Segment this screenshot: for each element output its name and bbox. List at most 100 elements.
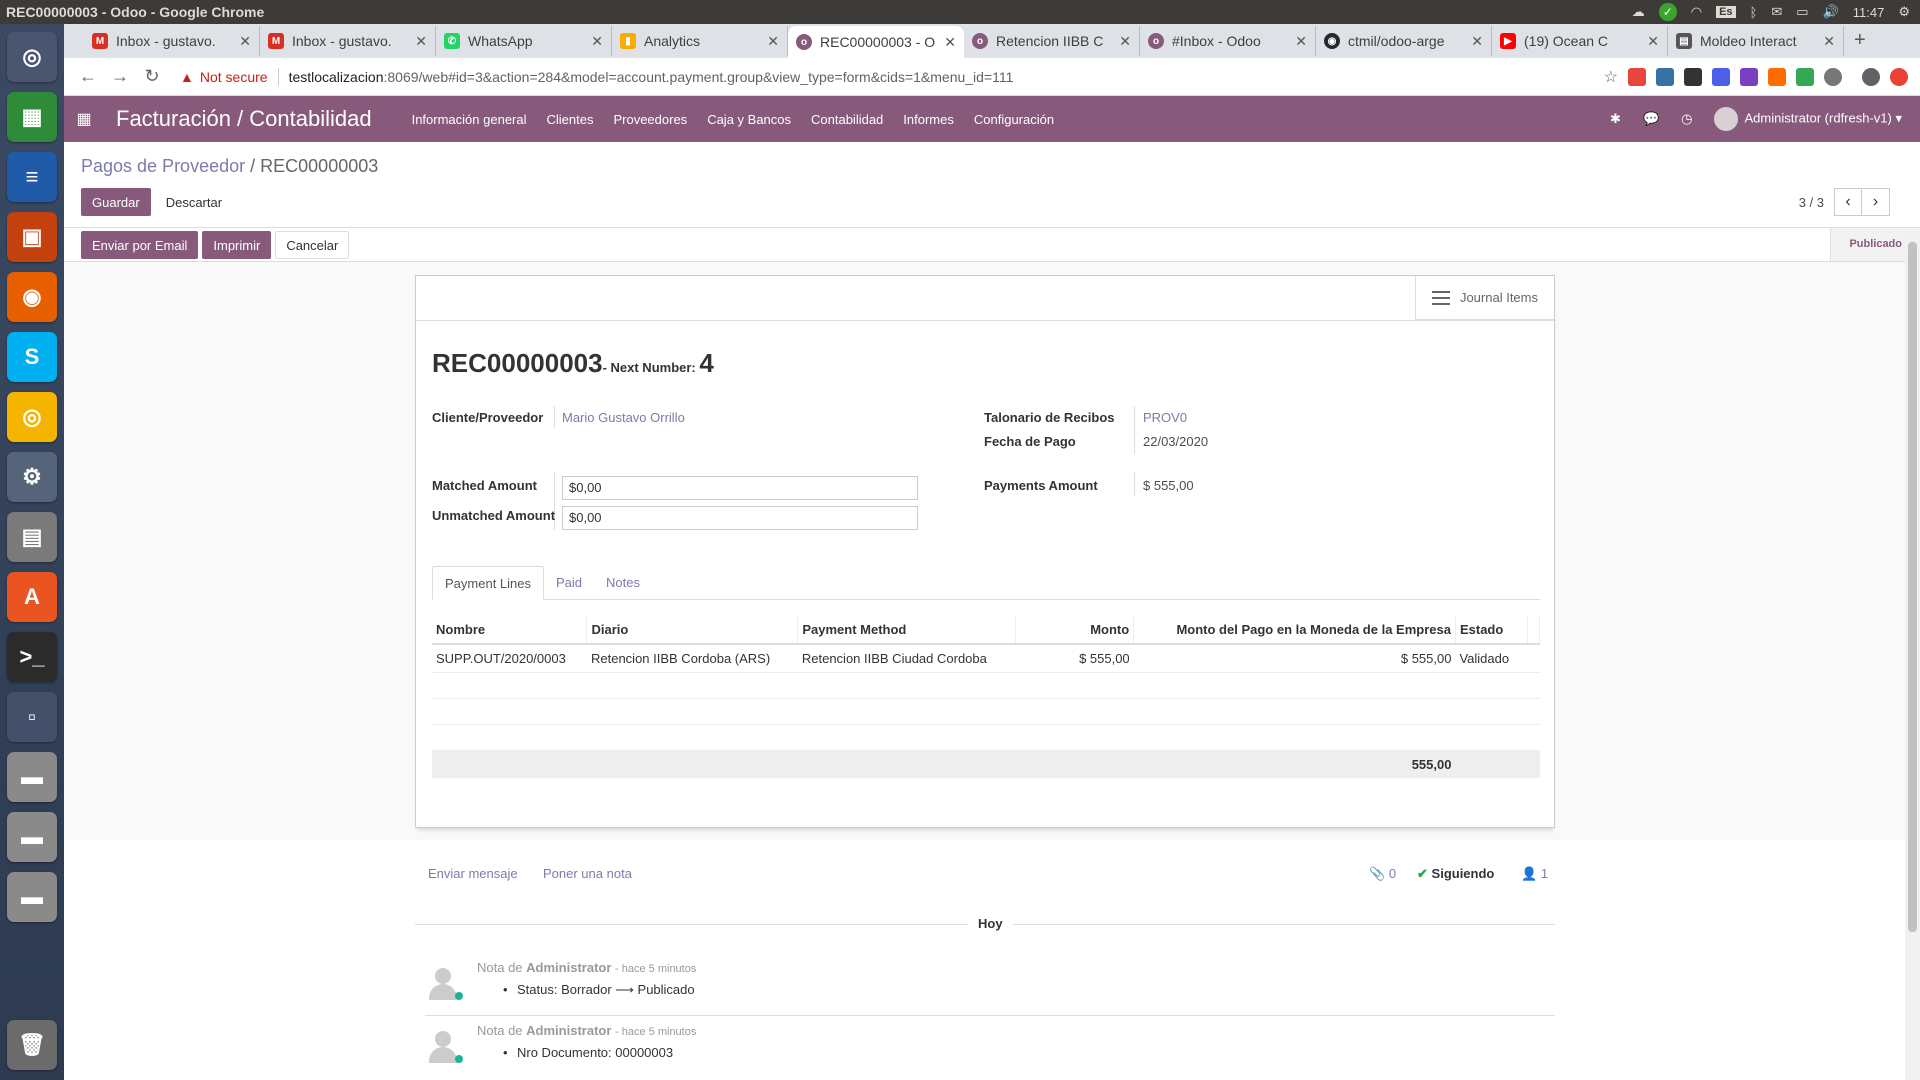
menu-item[interactable]: Caja y Bancos — [707, 112, 791, 127]
close-icon[interactable]: ✕ — [1823, 33, 1835, 50]
extension-icon[interactable] — [1740, 67, 1758, 86]
breadcrumb-parent[interactable]: Pagos de Proveedor — [81, 156, 245, 176]
tab-notes[interactable]: Notes — [594, 566, 652, 600]
menu-item[interactable]: Configuración — [974, 112, 1054, 127]
scrollbar[interactable] — [1905, 228, 1920, 1080]
volume-icon[interactable]: 🔊 — [1823, 4, 1839, 20]
browser-tab[interactable]: o #Inbox - Odoo ✕ — [1140, 26, 1316, 56]
table-row[interactable]: SUPP.OUT/2020/0003 Retencion IIBB Cordob… — [432, 644, 1540, 673]
menu-item[interactable]: Contabilidad — [811, 112, 883, 127]
receiptbook-value[interactable]: PROV0 — [1143, 410, 1187, 425]
debug-icon[interactable]: ✱ — [1610, 111, 1621, 127]
profile-icon[interactable] — [1862, 67, 1880, 86]
software-center-icon[interactable]: A — [7, 572, 57, 622]
battery-icon[interactable]: ▭ — [1796, 4, 1808, 20]
browser-tab[interactable]: ✆ WhatsApp ✕ — [436, 26, 612, 56]
menu-icon[interactable] — [1890, 67, 1908, 86]
extension-icon[interactable] — [1684, 67, 1702, 86]
discard-button[interactable]: Descartar — [154, 188, 234, 216]
menu-item[interactable]: Proveedores — [613, 112, 687, 127]
chevron-right-icon[interactable]: › — [1862, 188, 1890, 216]
activity-clock-icon[interactable]: ◷ — [1681, 111, 1692, 127]
extension-icon[interactable] — [1712, 67, 1730, 86]
browser-tab[interactable]: M Inbox - gustavo. ✕ — [84, 26, 260, 56]
close-icon[interactable]: ✕ — [944, 34, 956, 51]
close-icon[interactable]: ✕ — [1647, 33, 1659, 50]
mail-icon[interactable]: ✉ — [1771, 4, 1782, 20]
close-icon[interactable]: ✕ — [591, 33, 603, 50]
app-title[interactable]: Facturación / Contabilidad — [116, 106, 372, 132]
drive-icon[interactable]: ▬ — [7, 812, 57, 862]
browser-tab[interactable]: ▤ Moldeo Interact ✕ — [1668, 26, 1844, 56]
settings-icon[interactable]: ⚙ — [1898, 4, 1910, 20]
user-menu[interactable]: Administrator (rdfresh-v1) ▾ — [1714, 107, 1902, 131]
python-icon[interactable] — [1656, 67, 1674, 86]
close-icon[interactable]: ✕ — [415, 33, 427, 50]
check-icon[interactable]: ✓ — [1658, 3, 1677, 21]
message-author[interactable]: Administrator — [526, 960, 611, 975]
trash-icon[interactable]: 🗑 — [7, 1020, 57, 1070]
scrollbar-thumb[interactable] — [1908, 242, 1917, 932]
skype-icon[interactable]: S — [7, 332, 57, 382]
cancel-button[interactable]: Cancelar — [275, 231, 350, 259]
workspace-icon[interactable]: ▫ — [7, 692, 57, 742]
extension-icon[interactable] — [1768, 67, 1786, 86]
pager-value[interactable]: 3 / 3 — [1799, 195, 1824, 210]
unmatched-amount-field[interactable]: $0,00 — [562, 506, 918, 530]
menu-item[interactable]: Clientes — [547, 112, 594, 127]
keyboard-language[interactable]: Es — [1716, 6, 1736, 18]
browser-tab[interactable]: ▶ (19) Ocean C ✕ — [1492, 26, 1668, 56]
forward-icon[interactable]: → — [104, 66, 136, 87]
spreadsheet-icon[interactable]: ▦ — [7, 92, 57, 142]
files-icon[interactable]: ▤ — [7, 512, 57, 562]
cloud-icon[interactable]: ☁ — [1632, 4, 1645, 20]
print-button[interactable]: Imprimir — [202, 231, 272, 259]
star-icon[interactable]: ☆ — [1604, 67, 1618, 87]
column-header[interactable]: Diario — [586, 616, 799, 645]
column-header[interactable]: Payment Method — [797, 616, 1017, 645]
close-icon[interactable]: ✕ — [1471, 33, 1483, 50]
browser-tab[interactable]: o Retencion IIBB C ✕ — [964, 26, 1140, 56]
not-secure-label[interactable]: Not secure — [200, 69, 268, 85]
attachments-button[interactable]: 📎 0 — [1369, 866, 1396, 882]
chevron-left-icon[interactable]: ‹ — [1834, 188, 1862, 216]
save-button[interactable]: Guardar — [81, 188, 151, 216]
column-header[interactable]: Estado — [1455, 616, 1528, 645]
clock[interactable]: 11:47 — [1853, 5, 1885, 20]
writer-icon[interactable]: ≡ — [7, 152, 57, 202]
browser-tab[interactable]: ◉ ctmil/odoo-arge ✕ — [1316, 26, 1492, 56]
extension-icon[interactable] — [1824, 67, 1842, 86]
system-settings-icon[interactable]: ⚙ — [7, 452, 57, 502]
tab-payment-lines[interactable]: Payment Lines — [432, 566, 544, 600]
close-icon[interactable]: ✕ — [767, 33, 779, 50]
tab-paid[interactable]: Paid — [544, 566, 594, 600]
browser-tab[interactable]: M Inbox - gustavo. ✕ — [260, 26, 436, 56]
terminal-icon[interactable]: >_ — [7, 632, 57, 682]
column-header[interactable]: Monto — [1015, 616, 1135, 645]
log-note-button[interactable]: Poner una nota — [543, 866, 632, 881]
matched-amount-field[interactable]: $0,00 — [562, 476, 918, 500]
partner-value[interactable]: Mario Gustavo Orrillo — [562, 410, 685, 425]
message-author[interactable]: Administrator — [526, 1023, 611, 1038]
following-button[interactable]: ✔ Siguiendo — [1417, 866, 1494, 882]
close-icon[interactable]: ✕ — [239, 33, 251, 50]
chrome-icon[interactable]: ◎ — [7, 392, 57, 442]
drive-icon[interactable]: ▬ — [7, 752, 57, 802]
browser-tab[interactable]: ▮ Analytics ✕ — [612, 26, 788, 56]
address-bar[interactable]: ▲ Not secure testlocalizacion:8069/web#i… — [180, 67, 1604, 86]
followers-button[interactable]: 👤 1 — [1521, 866, 1548, 882]
column-header[interactable]: Nombre — [432, 616, 588, 645]
impress-icon[interactable]: ▣ — [7, 212, 57, 262]
ubuntu-dash-icon[interactable]: ◎ — [7, 32, 57, 82]
send-message-button[interactable]: Enviar mensaje — [428, 866, 518, 881]
journal-items-button[interactable]: Journal Items — [1414, 276, 1554, 320]
back-icon[interactable]: ← — [72, 66, 104, 87]
drive-icon[interactable]: ▬ — [7, 872, 57, 922]
menu-item[interactable]: Información general — [412, 112, 527, 127]
close-icon[interactable]: ✕ — [1119, 33, 1131, 50]
firefox-icon[interactable]: ◉ — [7, 272, 57, 322]
new-tab-button[interactable]: + — [1854, 29, 1866, 52]
close-icon[interactable]: ✕ — [1295, 33, 1307, 50]
column-header[interactable]: Monto del Pago en la Moneda de la Empres… — [1133, 616, 1456, 645]
wifi-icon[interactable]: ◠ — [1691, 4, 1702, 20]
